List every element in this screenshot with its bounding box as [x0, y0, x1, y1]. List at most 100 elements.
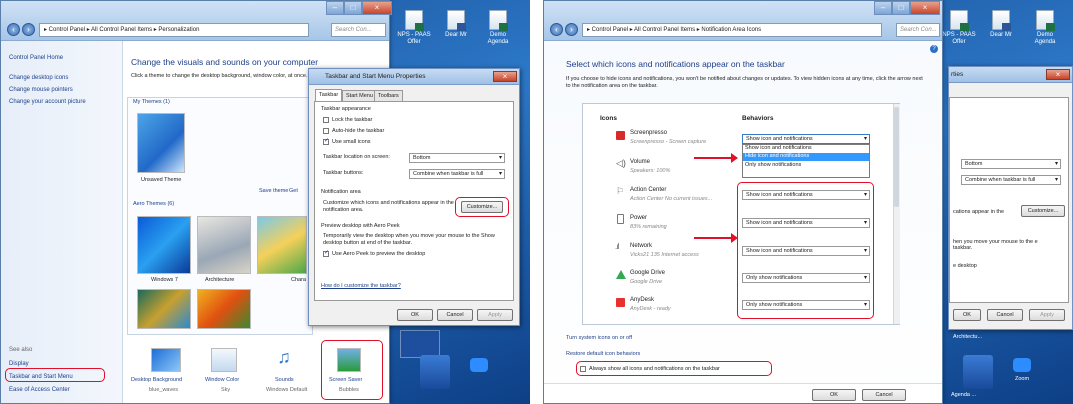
window-color-link[interactable]: Window Color: [205, 377, 239, 383]
desktop-icon-nps[interactable]: NPS - PAAS Offer: [396, 10, 432, 46]
notification-area-text: Customize which icons and notifications …: [323, 200, 454, 213]
row-name-power: Power: [630, 215, 648, 221]
sidebar-link-ease-of-access[interactable]: Ease of Access Center: [9, 387, 70, 393]
highlight-customize: [455, 197, 509, 217]
save-theme-link[interactable]: Save theme: [259, 188, 288, 194]
theme-architecture-thumbnail[interactable]: [197, 216, 251, 274]
row-sub-network: Vicks21 135 Internet access: [630, 252, 699, 258]
tab-toolbars[interactable]: Toolbars: [374, 90, 403, 101]
desktop-background-icon[interactable]: [151, 348, 181, 372]
sidebar-home-link[interactable]: Control Panel Home: [9, 55, 63, 61]
apply-button[interactable]: Apply: [477, 309, 513, 321]
row-name-screenpresso: Screenpresso: [630, 130, 668, 136]
forward-button[interactable]: ›: [22, 23, 35, 36]
dialog-close-button[interactable]: ×: [493, 71, 517, 82]
background-customize-button[interactable]: Customize...: [1021, 205, 1065, 217]
address-bar[interactable]: ▸ Control Panel ▸ All Control Panel Item…: [39, 23, 309, 37]
turn-system-icons-link[interactable]: Turn system icons on or off: [566, 335, 632, 341]
autohide-label: Auto-hide the taskbar: [332, 128, 385, 134]
notification-area-heading: Notification area: [321, 189, 361, 195]
theme-landscape-thumbnail[interactable]: [137, 289, 191, 329]
appearance-heading: Taskbar appearance: [321, 106, 371, 112]
autohide-checkbox[interactable]: [323, 128, 329, 134]
dropdown-option-hide[interactable]: Hide icon and notifications: [745, 153, 809, 159]
desktop-icon-demo[interactable]: Demo Agenda: [480, 10, 516, 46]
minimize-button[interactable]: –: [326, 1, 344, 15]
theme-characters-label: Chara: [291, 277, 306, 283]
personalization-screenshot: NPS - PAAS Offer Dear Mr Demo Agenda ‹ ›…: [0, 0, 530, 404]
window-titlebar: ‹ › ▸ Control Panel ▸ All Control Panel …: [1, 1, 392, 41]
theme-nature-thumbnail[interactable]: [197, 289, 251, 329]
small-icons-label: Use small icons: [332, 139, 371, 145]
get-more-themes-link[interactable]: Get: [289, 188, 298, 194]
background-buttons-select[interactable]: Combine when taskbar is full: [961, 175, 1061, 185]
background-taskbar-dialog: rties × Bottom Combine when taskbar is fu…: [948, 66, 1073, 330]
cancel-button[interactable]: Cancel: [862, 389, 906, 401]
back-button[interactable]: ‹: [550, 23, 563, 36]
my-themes-heading: My Themes (1): [133, 99, 170, 105]
small-icons-checkbox[interactable]: [323, 137, 329, 145]
tab-taskbar[interactable]: Taskbar: [315, 89, 343, 101]
highlight-taskbar-link: [5, 368, 105, 382]
theme-windows7-thumbnail[interactable]: [137, 216, 191, 274]
aero-peek-checkbox[interactable]: [323, 249, 329, 257]
page-description: If you choose to hide icons and notifica…: [566, 76, 923, 89]
cancel-button[interactable]: Cancel: [437, 309, 473, 321]
lock-taskbar-checkbox[interactable]: [323, 117, 329, 123]
background-ok-button[interactable]: OK: [953, 309, 981, 321]
sounds-link[interactable]: Sounds: [275, 377, 294, 383]
app-shortcut-icon[interactable]: [963, 355, 993, 389]
sidebar-link-display[interactable]: Display: [9, 361, 29, 367]
search-box[interactable]: Search Con...: [896, 23, 940, 37]
unsaved-theme-thumbnail[interactable]: [137, 113, 185, 173]
word-file-icon: [992, 10, 1011, 31]
desktop-icon-dear[interactable]: Dear Mr: [983, 10, 1019, 39]
back-button[interactable]: ‹: [7, 23, 20, 36]
desktop-icon-dear[interactable]: Dear Mr: [438, 10, 474, 39]
anydesk-icon: [616, 298, 625, 307]
zoom-icon[interactable]: [1013, 358, 1031, 372]
theme-windows7-label: Windows 7: [151, 277, 178, 283]
theme-characters-thumbnail[interactable]: [257, 216, 307, 274]
background-cancel-button[interactable]: Cancel: [987, 309, 1023, 321]
sounds-icon[interactable]: ♫: [273, 344, 295, 370]
sidebar-link-mouse-pointers[interactable]: Change mouse pointers: [9, 87, 73, 93]
desktop-icon-demo[interactable]: Demo Agenda: [1027, 10, 1063, 46]
excel-file-icon: [950, 10, 969, 31]
background-peek-text: hen you move your mouse to the e taskbar…: [953, 239, 1038, 251]
dropdown-option-show[interactable]: Show icon and notifications: [745, 145, 812, 151]
taskbar-buttons-select[interactable]: Combine when taskbar is full: [409, 169, 505, 179]
address-bar[interactable]: ▸ Control Panel ▸ All Control Panel Item…: [582, 23, 882, 37]
help-icon[interactable]: ?: [930, 45, 938, 53]
search-box[interactable]: Search Con...: [331, 23, 386, 37]
close-button[interactable]: ×: [910, 1, 940, 15]
row-sub-screenpresso: Screenpresso - Screen capture: [630, 139, 707, 145]
sidebar-link-desktop-icons[interactable]: Change desktop icons: [9, 75, 68, 81]
screenpresso-icon: [616, 131, 625, 140]
how-do-i-link[interactable]: How do I customize the taskbar?: [321, 283, 401, 289]
close-button[interactable]: ×: [362, 1, 392, 15]
taskbar-thumbnail[interactable]: [400, 330, 440, 358]
behavior-select-screenpresso[interactable]: Show icon and notifications: [742, 134, 870, 144]
app-shortcut-icon[interactable]: [420, 355, 450, 389]
tab-start-menu[interactable]: Start Menu: [342, 90, 377, 101]
sidebar-link-account-picture[interactable]: Change your account picture: [9, 99, 86, 105]
forward-button[interactable]: ›: [565, 23, 578, 36]
aero-themes-heading: Aero Themes (6): [133, 201, 175, 207]
restore-defaults-link[interactable]: Restore default icon behaviors: [566, 351, 640, 357]
maximize-button[interactable]: □: [344, 1, 362, 15]
background-apply-button[interactable]: Apply: [1029, 309, 1065, 321]
background-dialog-close[interactable]: ×: [1046, 69, 1070, 80]
scrollbar-thumb[interactable]: [894, 107, 899, 207]
desktop-background-link[interactable]: Desktop Background: [131, 377, 182, 383]
window-color-icon[interactable]: [211, 348, 237, 372]
location-select[interactable]: Bottom: [409, 153, 505, 163]
zoom-icon[interactable]: [470, 358, 488, 372]
ok-button[interactable]: OK: [397, 309, 433, 321]
maximize-button[interactable]: □: [892, 1, 910, 15]
minimize-button[interactable]: –: [874, 1, 892, 15]
dropdown-option-only-notifications[interactable]: Only show notifications: [745, 162, 801, 168]
desktop-icon-nps[interactable]: NPS - PAAS Offer: [941, 10, 977, 46]
ok-button[interactable]: OK: [812, 389, 856, 401]
background-location-select[interactable]: Bottom: [961, 159, 1061, 169]
